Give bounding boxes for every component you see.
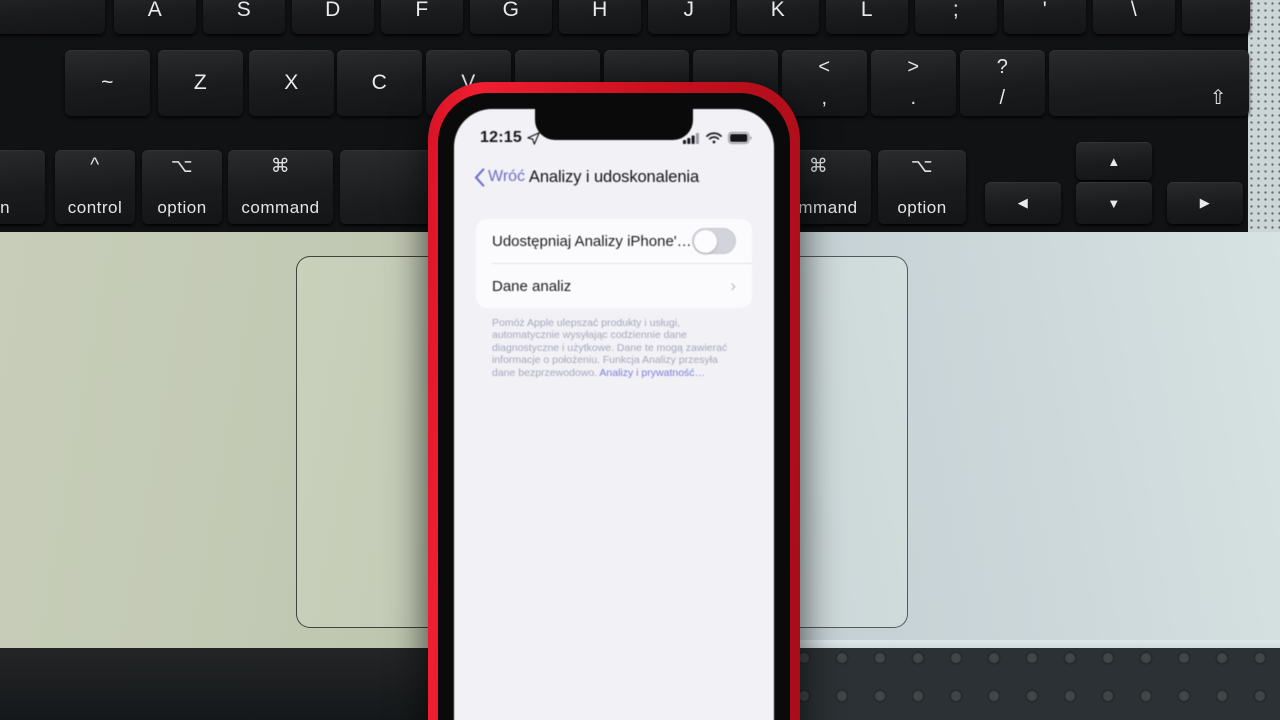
arrow-down-key[interactable]: ▼ [1076, 182, 1152, 224]
key-label: ; [952, 0, 960, 21]
key-command-left[interactable]: ⌘ command [228, 150, 333, 224]
location-arrow-icon [527, 131, 540, 145]
key-D[interactable]: D [292, 0, 374, 34]
key-label-top: < [818, 56, 831, 78]
arrow-up-key[interactable]: ▲ [1076, 142, 1152, 180]
settings-group: Udostępniaj Analizy iPhone'a i App… Dane… [476, 219, 752, 308]
key-label-top: ? [996, 56, 1009, 78]
cellular-bars-icon [683, 133, 699, 144]
shift-arrow-icon: ⇧ [1209, 87, 1227, 109]
control-caret-icon: ^ [90, 155, 100, 176]
key-Z[interactable]: Z [158, 50, 243, 116]
command-icon: ⌘ [270, 156, 291, 177]
key-fn[interactable]: fn [0, 150, 45, 224]
key-control-left[interactable]: ^ control [55, 150, 135, 224]
key-label: fn [0, 198, 11, 217]
key-label: S [236, 0, 252, 21]
key-period[interactable]: > . [871, 50, 956, 116]
key-L[interactable]: L [826, 0, 908, 34]
key-option-right[interactable]: ⌥ option [878, 150, 966, 224]
textured-mat [756, 648, 1280, 720]
key-F[interactable]: F [381, 0, 463, 34]
iphone-with-red-case: 12:15 Wróć Analizy i udoskonalenia Udost… [428, 82, 800, 720]
key-label-bottom: , [821, 87, 828, 109]
key-semicolon[interactable]: ; [915, 0, 997, 34]
back-button-label: Wróć [488, 168, 526, 185]
key-quote[interactable]: ' [1004, 0, 1086, 34]
key-label-bottom: / [999, 87, 1006, 109]
key-label: A [147, 0, 163, 21]
row-label: Dane analiz [492, 277, 572, 295]
key-K[interactable]: K [737, 0, 819, 34]
key-label: ' [1042, 0, 1048, 21]
speaker-grille [1248, 0, 1280, 232]
key-label-top: > [907, 56, 920, 78]
key-label: \ [1130, 0, 1138, 21]
arrow-up-icon: ▲ [1107, 153, 1121, 169]
navigation-bar: Wróć Analizy i udoskonalenia [454, 155, 774, 199]
key-tilde[interactable]: ~ [65, 50, 150, 116]
key-label: option [157, 198, 207, 217]
key-C[interactable]: C [337, 50, 422, 116]
chevron-left-icon [474, 167, 485, 187]
key-G[interactable]: G [470, 0, 552, 34]
key-label-bottom: . [910, 87, 917, 109]
key-label: control [67, 198, 123, 217]
key-label: command [241, 198, 320, 217]
key-label: H [592, 0, 608, 21]
key-return[interactable] [1182, 0, 1250, 34]
key-S[interactable]: S [203, 0, 285, 34]
key-label: X [284, 71, 299, 94]
arrow-left-key[interactable]: ◀ [985, 182, 1061, 224]
key-H[interactable]: H [559, 0, 641, 34]
key-label: F [415, 0, 429, 21]
option-icon: ⌥ [170, 156, 194, 177]
status-bar-left: 12:15 [480, 129, 540, 147]
analytics-privacy-link[interactable]: Analizy i prywatność… [599, 367, 705, 379]
back-button[interactable]: Wróć [474, 167, 526, 187]
key-label: Z [193, 71, 208, 94]
key-label: D [325, 0, 341, 21]
key-label: J [683, 0, 695, 21]
key-right-shift[interactable]: ⇧ [1049, 50, 1249, 116]
key-label: G [502, 0, 520, 21]
arrow-right-key[interactable]: ▶ [1167, 182, 1243, 224]
toggle-knob [694, 230, 717, 253]
phone-bezel: 12:15 Wróć Analizy i udoskonalenia Udost… [438, 93, 790, 720]
key-X[interactable]: X [249, 50, 334, 116]
key-label: option [897, 198, 947, 217]
key-option-left[interactable]: ⌥ option [142, 150, 222, 224]
key-slash[interactable]: ? / [960, 50, 1045, 116]
wifi-icon [706, 132, 722, 144]
row-label: Udostępniaj Analizy iPhone'a i App… [492, 232, 692, 250]
arrow-left-icon: ◀ [1017, 195, 1029, 210]
clock-label: 12:15 [480, 129, 522, 146]
option-icon: ⌥ [910, 156, 934, 177]
phone-screen[interactable]: 12:15 Wróć Analizy i udoskonalenia Udost… [454, 109, 774, 720]
key-label: L [860, 0, 874, 21]
key-comma[interactable]: < , [782, 50, 867, 116]
key-J[interactable]: J [648, 0, 730, 34]
arrow-right-icon: ▶ [1199, 195, 1211, 210]
photo-scene: A S D F G H J K L ; ' \ ~ Z X C V < , > … [0, 0, 1280, 720]
key-label: C [371, 71, 388, 94]
chevron-right-icon: › [730, 276, 736, 295]
share-analytics-toggle[interactable] [692, 228, 736, 254]
status-bar-right [683, 132, 752, 144]
row-analytics-data[interactable]: Dane analiz › [476, 264, 752, 308]
key-A[interactable]: A [114, 0, 196, 34]
footer-description: Pomóż Apple ulepszać produkty i usługi, … [492, 317, 744, 379]
battery-full-icon [728, 132, 752, 144]
row-share-analytics[interactable]: Udostępniaj Analizy iPhone'a i App… [476, 219, 752, 263]
key-label: ~ [101, 71, 114, 94]
key-capslock[interactable] [0, 0, 105, 34]
key-label: K [770, 0, 786, 21]
status-bar: 12:15 [454, 109, 774, 155]
arrow-down-icon: ▼ [1107, 195, 1121, 211]
key-backslash[interactable]: \ [1093, 0, 1175, 34]
